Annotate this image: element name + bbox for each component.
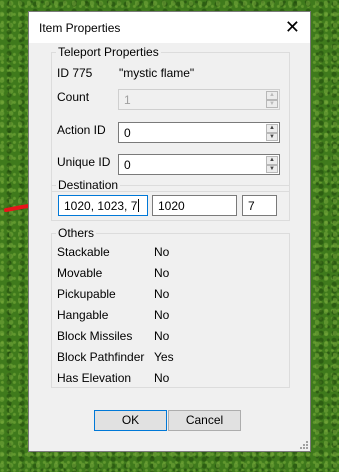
action-id-up-icon[interactable]: ▲ (266, 124, 278, 133)
title-bar: Item Properties ✕ (29, 12, 310, 43)
unique-id-down-icon[interactable]: ▼ (266, 164, 278, 173)
block-pathfinder-label: Block Pathfinder (57, 350, 145, 364)
destination-x-input[interactable]: 1020 (152, 195, 237, 216)
block-missiles-value: No (154, 329, 170, 343)
others-legend: Others (58, 226, 95, 240)
close-icon[interactable]: ✕ (285, 17, 300, 37)
has-elevation-value: No (154, 371, 170, 385)
hangable-label: Hangable (57, 308, 109, 322)
dialog-title: Item Properties (39, 21, 121, 35)
hangable-value: No (154, 308, 170, 322)
unique-id-label: Unique ID (57, 155, 111, 169)
ok-button[interactable]: OK (94, 410, 167, 431)
count-up-icon: ▲ (266, 91, 278, 100)
movable-label: Movable (57, 266, 103, 280)
item-properties-dialog: Item Properties ✕ Teleport Properties ID… (28, 11, 311, 452)
movable-value: No (154, 266, 170, 280)
stackable-value: No (154, 245, 170, 259)
destination-legend: Destination (58, 178, 119, 192)
action-id-down-icon[interactable]: ▼ (266, 132, 278, 141)
destination-z-value: 7 (248, 199, 255, 213)
destination-coordinates-input[interactable]: 1020, 1023, 7 (58, 195, 148, 216)
pickupable-value: No (154, 287, 170, 301)
item-name-label: "mystic flame" (119, 66, 195, 80)
count-value: 1 (124, 93, 131, 107)
has-elevation-label: Has Elevation (57, 371, 132, 385)
pickupable-label: Pickupable (57, 287, 116, 301)
count-spinner: 1 ▲ ▼ (118, 89, 280, 110)
resize-grip-icon[interactable] (298, 439, 308, 449)
unique-id-spinner[interactable]: 0 ▲ ▼ (118, 154, 280, 175)
unique-id-up-icon[interactable]: ▲ (266, 156, 278, 165)
count-label: Count (57, 90, 90, 104)
destination-x-value: 1020 (158, 199, 185, 213)
action-id-value: 0 (124, 126, 131, 140)
item-id-label: ID 775 (57, 66, 93, 80)
destination-coordinates-value: 1020, 1023, 7 (64, 199, 138, 213)
text-caret (138, 199, 140, 212)
destination-z-input[interactable]: 7 (242, 195, 277, 216)
action-id-label: Action ID (57, 123, 106, 137)
teleport-properties-legend: Teleport Properties (58, 45, 159, 59)
block-missiles-label: Block Missiles (57, 329, 133, 343)
action-id-spinner[interactable]: 0 ▲ ▼ (118, 122, 280, 143)
block-pathfinder-value: Yes (154, 350, 174, 364)
cancel-button[interactable]: Cancel (168, 410, 241, 431)
unique-id-value: 0 (124, 158, 131, 172)
stackable-label: Stackable (57, 245, 110, 259)
count-down-icon: ▼ (266, 99, 278, 108)
